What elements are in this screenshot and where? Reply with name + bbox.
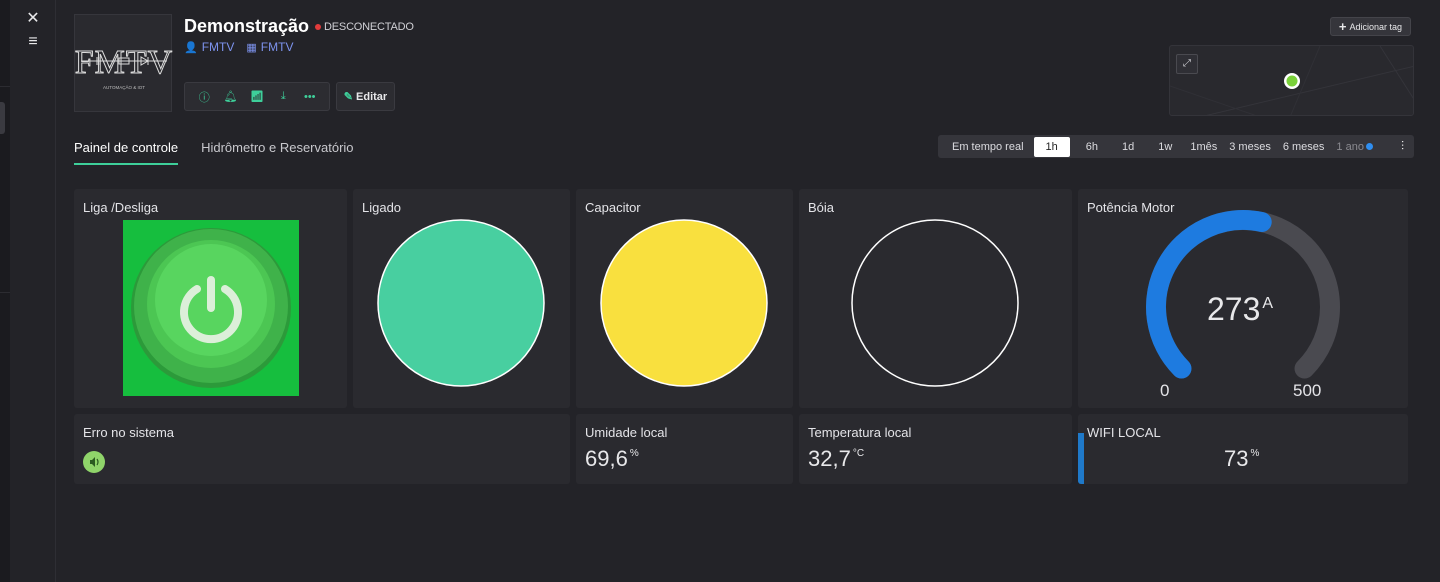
widget-capacitor: Capacitor xyxy=(576,189,793,408)
time-range-selector: Em tempo real 1h 6h 1d 1w 1mês 3 meses 6… xyxy=(938,135,1414,158)
status-dot-icon xyxy=(315,23,322,30)
owners-row: 👤 FMTV ▦ FMTV xyxy=(184,40,293,54)
range-1mes[interactable]: 1mês xyxy=(1184,141,1223,153)
widget-erro-sistema: Erro no sistema xyxy=(74,414,570,484)
user-icon: 👤 xyxy=(184,42,198,54)
sidebar-handle[interactable] xyxy=(0,102,5,134)
range-1d[interactable]: 1d xyxy=(1110,141,1146,153)
device-header: Demonstração DESCONECTADO xyxy=(184,16,414,37)
wifi-level-bar xyxy=(1078,432,1084,484)
temperatura-value: 32,7 °C xyxy=(808,446,864,472)
bell-icon[interactable]: 🔔︎ xyxy=(223,90,239,103)
edit-button[interactable]: ✎ Editar xyxy=(336,82,395,111)
more-icon[interactable]: ••• xyxy=(302,91,318,103)
info-icon[interactable]: ⓘ xyxy=(196,89,212,105)
status-label: DESCONECTADO xyxy=(324,20,414,33)
umidade-unit: % xyxy=(629,448,639,459)
range-1w[interactable]: 1w xyxy=(1146,141,1184,153)
add-tag-button[interactable]: + Adicionar tag xyxy=(1330,17,1411,36)
umidade-value: 69,6% xyxy=(585,446,639,472)
divider xyxy=(0,86,10,87)
gauge-unit: A xyxy=(1262,295,1274,312)
range-1ano-label: 1 ano xyxy=(1336,140,1364,153)
temperatura-number: 32,7 xyxy=(808,446,851,471)
widget-title: Temperatura local xyxy=(808,425,912,440)
capacitor-indicator xyxy=(600,219,768,387)
wifi-unit: % xyxy=(1250,448,1260,459)
widget-wifi: WIFI LOCAL 73% xyxy=(1078,414,1408,484)
range-1ano[interactable]: 1 ano xyxy=(1330,141,1379,153)
widget-liga-desliga: Liga /Desliga xyxy=(74,189,347,408)
temperatura-unit: °C xyxy=(852,448,865,459)
gauge-max: 500 xyxy=(1293,381,1322,400)
range-6meses[interactable]: 6 meses xyxy=(1277,141,1331,153)
side-rail: ✕ ≡ xyxy=(10,0,56,582)
edit-icon: ✎ xyxy=(343,91,354,103)
dashboard-tabs: Painel de controle Hidrômetro e Reservat… xyxy=(74,140,354,165)
power-switch-background xyxy=(123,220,299,396)
wifi-value: 73% xyxy=(1224,446,1259,472)
power-button[interactable] xyxy=(123,220,299,396)
range-6h[interactable]: 6h xyxy=(1074,141,1110,153)
divider xyxy=(0,292,10,293)
alarm-sound-icon xyxy=(83,451,105,473)
sliders-icon[interactable]: ⫶ xyxy=(1401,139,1404,154)
edit-label: Editar xyxy=(356,90,388,103)
device-logo: FMTV AUTOMAÇÃO & IOT xyxy=(74,14,173,112)
owner-user-label: FMTV xyxy=(201,40,235,54)
boia-indicator xyxy=(851,219,1019,387)
download-icon[interactable]: ⤓ xyxy=(275,90,291,103)
close-icon[interactable]: ✕ xyxy=(24,10,42,28)
widget-temperatura: Temperatura local 32,7 °C xyxy=(799,414,1072,484)
gauge-value: 273 A xyxy=(1207,291,1273,328)
gauge-value-number: 273 xyxy=(1207,291,1261,327)
wifi-number: 73 xyxy=(1224,446,1249,471)
widget-potencia-motor: Potência Motor 273 A 0 500 xyxy=(1078,189,1408,408)
fmtv-logo-image: FMTV AUTOMAÇÃO & IOT xyxy=(74,44,173,91)
gauge-min: 0 xyxy=(1160,381,1170,400)
signal-icon[interactable]: 📶︎ xyxy=(249,90,265,103)
logo-subtitle: AUTOMAÇÃO & IOT xyxy=(103,84,145,90)
expand-map-icon[interactable]: ⤢ xyxy=(1176,54,1198,74)
device-actions: ⓘ 🔔︎ 📶︎ ⤓ ••• xyxy=(184,82,330,111)
range-3meses[interactable]: 3 meses xyxy=(1223,141,1277,153)
widget-title: Erro no sistema xyxy=(83,425,175,440)
umidade-number: 69,6 xyxy=(585,446,628,471)
menu-icon[interactable]: ≡ xyxy=(24,33,42,51)
widget-title: WIFI LOCAL xyxy=(1087,425,1161,440)
tab-painel-de-controle[interactable]: Painel de controle xyxy=(74,140,179,165)
location-map[interactable]: ⤢ xyxy=(1169,45,1414,116)
device-name: Demonstração xyxy=(184,16,310,36)
svg-text:FMTV: FMTV xyxy=(75,44,173,81)
widget-title: Umidade local xyxy=(585,425,668,440)
range-1h[interactable]: 1h xyxy=(1033,136,1070,157)
add-tag-label: Adicionar tag xyxy=(1349,21,1403,32)
range-realtime[interactable]: Em tempo real xyxy=(946,141,1030,153)
outer-sidebar xyxy=(0,0,10,582)
widget-umidade: Umidade local 69,6% xyxy=(576,414,793,484)
building-icon: ▦ xyxy=(246,42,257,54)
map-pin-icon[interactable] xyxy=(1282,71,1302,91)
owner-org-label: FMTV xyxy=(260,40,294,54)
owner-user-link[interactable]: 👤 FMTV xyxy=(184,40,234,54)
ligado-indicator xyxy=(377,219,545,387)
tab-hidrometro[interactable]: Hidrômetro e Reservatório xyxy=(201,140,353,165)
widget-ligado: Ligado xyxy=(353,189,570,408)
status-badge: DESCONECTADO xyxy=(315,21,414,33)
plus-icon: + xyxy=(1338,19,1347,34)
indicator-dot-icon xyxy=(1365,143,1373,151)
widget-title: Liga /Desliga xyxy=(83,200,159,215)
owner-org-link[interactable]: ▦ FMTV xyxy=(246,40,293,54)
widget-boia: Bóia xyxy=(799,189,1072,408)
